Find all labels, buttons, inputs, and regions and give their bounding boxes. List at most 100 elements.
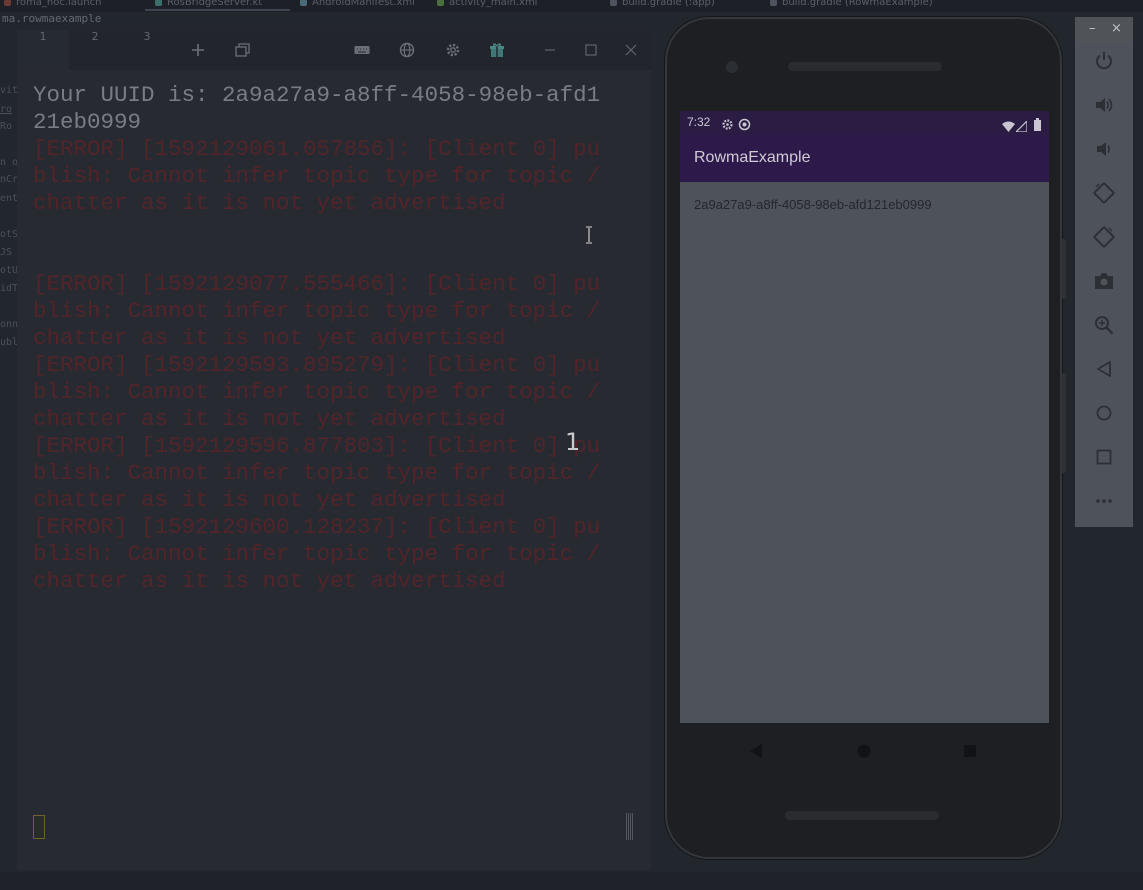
android-nav-bar: [680, 723, 1049, 779]
error-line: blish: Cannot infer topic type for topic…: [33, 541, 601, 567]
power-icon[interactable]: [1092, 49, 1116, 73]
code-fragment: otS: [0, 229, 17, 240]
signal-icon: [1014, 117, 1028, 136]
code-fragment: ro: [0, 104, 13, 115]
error-line: [ERROR] [1592129061.057856]: [Client 0] …: [33, 136, 601, 162]
uuid-output-line: Your UUID is: 2a9a27a9-a8ff-4058-98eb-af…: [33, 82, 601, 108]
code-fragment: Ro: [0, 121, 13, 132]
code-fragment: idT: [0, 283, 17, 294]
ide-tab-label: RosBridgeServer.kt: [167, 0, 263, 8]
terminal-scrollbar[interactable]: [626, 813, 634, 840]
ide-tab-label: build.gradle (:app): [622, 0, 715, 8]
terminal-window[interactable]: 1 2 3 Your UUID is: 2a9a27a9-a8ff-4058-9…: [17, 30, 651, 870]
earpiece-speaker: [788, 62, 942, 71]
code-fragment: ent: [0, 193, 17, 204]
error-line: [ERROR] [1592129593.895279]: [Client 0] …: [33, 352, 601, 378]
bottom-speaker: [785, 811, 939, 820]
android-status-bar: 7:32: [680, 111, 1049, 135]
code-fragment: ubl: [0, 337, 17, 348]
error-line: blish: Cannot infer topic type for topic…: [33, 379, 601, 405]
wifi-icon: [1002, 117, 1015, 136]
terminal-tab-3[interactable]: 3: [121, 30, 173, 70]
zoom-icon[interactable]: [1092, 313, 1116, 337]
ide-tab[interactable]: RosBridgeServer.kt: [155, 0, 262, 9]
app-title: RowmaExample: [694, 149, 811, 166]
recents-icon[interactable]: [960, 741, 980, 761]
volume-down-icon[interactable]: [1092, 137, 1116, 161]
uuid-output-line: 21eb0999: [33, 109, 142, 135]
error-line: blish: Cannot infer topic type for topic…: [33, 163, 601, 189]
emulator-toolbar-header: – ×: [1075, 17, 1133, 43]
error-line: chatter as it is not yet advertised: [33, 325, 506, 351]
home-icon[interactable]: [1092, 401, 1116, 425]
overview-icon[interactable]: [1092, 445, 1116, 469]
ide-tab[interactable]: build.gradle (RowmaExample): [770, 0, 933, 9]
error-line: chatter as it is not yet advertised: [33, 190, 506, 216]
more-icon[interactable]: [1092, 489, 1116, 513]
error-line: blish: Cannot infer topic type for topic…: [33, 460, 601, 486]
ide-tab[interactable]: build.gradle (:app): [610, 0, 715, 9]
back-icon[interactable]: [1092, 357, 1116, 381]
emulator-toolbar: – ×: [1075, 17, 1133, 527]
terminal-tab-1[interactable]: 1: [17, 30, 69, 70]
close-icon[interactable]: [623, 42, 639, 58]
error-line: chatter as it is not yet advertised: [33, 568, 506, 594]
settings-icon[interactable]: [445, 42, 461, 58]
text-cursor-icon: [584, 226, 594, 244]
error-line: [ERROR] [1592129077.555466]: [Client 0] …: [33, 271, 601, 297]
ide-tab[interactable]: AndroidManifest.xml: [300, 0, 415, 9]
ide-tab-label: build.gradle (RowmaExample): [782, 0, 933, 8]
rotate-right-icon[interactable]: [1092, 225, 1116, 249]
ide-tab[interactable]: roma_noc.launch: [4, 0, 101, 9]
status-time: 7:32: [687, 115, 711, 129]
app-bar: RowmaExample: [680, 135, 1049, 182]
split-pane-icon[interactable]: [235, 42, 251, 58]
editor-code-fragments: vit ro Ro n o nCr ent otS JS otU idT onn…: [0, 80, 17, 380]
phone-screen[interactable]: 7:32 RowmaExample 2a9a27a9-a8ff-4058-98e…: [680, 111, 1049, 723]
close-icon[interactable]: ×: [1111, 21, 1122, 36]
code-fragment: JS: [0, 247, 13, 258]
minimize-icon[interactable]: [542, 42, 558, 58]
camera-icon[interactable]: [1092, 269, 1116, 293]
back-icon[interactable]: [746, 741, 766, 761]
gift-icon[interactable]: [489, 42, 505, 58]
uuid-text: 2a9a27a9-a8ff-4058-98eb-afd121eb0999: [694, 197, 932, 212]
code-fragment: otU: [0, 265, 17, 276]
rotate-left-icon[interactable]: [1092, 181, 1116, 205]
error-line: [ERROR] [1592129600.128237]: [Client 0] …: [33, 514, 601, 540]
phone-frame: 7:32 RowmaExample 2a9a27a9-a8ff-4058-98e…: [665, 17, 1066, 859]
minimize-icon[interactable]: –: [1089, 21, 1096, 36]
code-fragment: nCr: [0, 174, 17, 185]
hardware-button: [1062, 239, 1066, 299]
globe-icon[interactable]: [399, 42, 415, 58]
new-tab-icon[interactable]: [190, 42, 206, 58]
overlay-counter: 1: [565, 428, 581, 456]
code-fragment: onn: [0, 319, 17, 330]
terminal-tab-2[interactable]: 2: [69, 30, 121, 70]
active-tab-indicator: [145, 9, 290, 11]
hardware-button: [1062, 373, 1066, 473]
front-camera: [726, 61, 738, 73]
code-fragment: vit: [0, 85, 17, 96]
ide-tab-label: activity_main.xml: [449, 0, 538, 8]
code-fragment: n o: [0, 157, 17, 168]
terminal-title-bar[interactable]: 1 2 3: [17, 30, 651, 70]
volume-up-icon[interactable]: [1092, 93, 1116, 117]
keyboard-icon[interactable]: [354, 42, 370, 58]
error-line: chatter as it is not yet advertised: [33, 406, 506, 432]
error-line: chatter as it is not yet advertised: [33, 487, 506, 513]
settings-icon: [721, 116, 734, 135]
breadcrumb[interactable]: ma.rowmaexample: [2, 12, 101, 25]
error-line: blish: Cannot infer topic type for topic…: [33, 298, 601, 324]
ide-status-bar: [0, 872, 1143, 890]
ide-tab[interactable]: activity_main.xml: [437, 0, 537, 9]
ide-tab-bar: roma_noc.launch RosBridgeServer.kt Andro…: [0, 0, 1143, 12]
maximize-icon[interactable]: [583, 42, 599, 58]
terminal-output[interactable]: Your UUID is: 2a9a27a9-a8ff-4058-98eb-af…: [33, 82, 633, 595]
terminal-cursor: [33, 815, 45, 839]
sync-icon: [738, 116, 751, 135]
battery-icon: [1034, 116, 1041, 135]
home-icon[interactable]: [854, 741, 874, 761]
